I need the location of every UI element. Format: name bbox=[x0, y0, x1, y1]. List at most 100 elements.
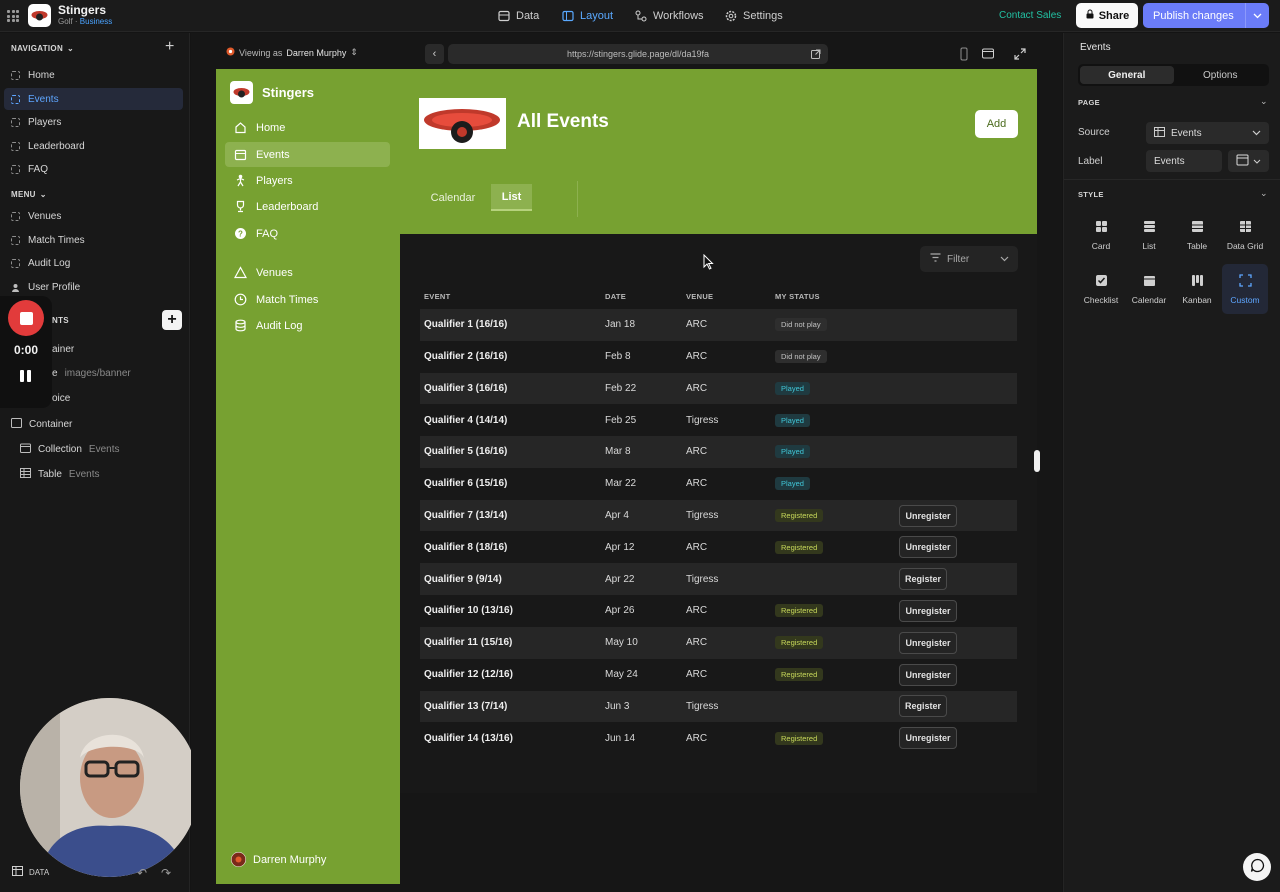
menu-item-audit-log[interactable]: Audit Log bbox=[4, 252, 183, 274]
tab-list[interactable]: List bbox=[491, 184, 532, 211]
app-link-events[interactable]: Events bbox=[225, 142, 390, 167]
chevron-down-icon[interactable]: ⌄ bbox=[1260, 188, 1268, 199]
register-button[interactable]: Register bbox=[899, 568, 947, 591]
component-choice[interactable]: oice bbox=[52, 393, 70, 404]
unregister-button[interactable]: Unregister bbox=[899, 631, 957, 654]
publish-button[interactable]: Publish changes bbox=[1143, 3, 1269, 28]
unregister-button[interactable]: Unregister bbox=[899, 536, 957, 559]
component-container-2[interactable]: Container bbox=[11, 418, 72, 431]
status-badge: Registered bbox=[775, 731, 824, 745]
nav-item-events[interactable]: Events bbox=[4, 88, 183, 110]
desktop-preview-icon[interactable] bbox=[981, 47, 995, 61]
nav-item-players[interactable]: Players bbox=[4, 111, 183, 133]
table-row[interactable]: Qualifier 3 (16/16) Feb 22 ARC Played bbox=[420, 372, 1017, 405]
table-row[interactable]: Qualifier 9 (9/14) Apr 22 Tigress Register bbox=[420, 563, 1017, 595]
unregister-button[interactable]: Unregister bbox=[899, 727, 957, 750]
add-button[interactable]: Add bbox=[975, 110, 1018, 138]
component-container[interactable]: ainer bbox=[52, 344, 74, 355]
app-link-leaderboard[interactable]: Leaderboard bbox=[225, 194, 390, 219]
nav-workflows[interactable]: Workflows bbox=[634, 0, 704, 32]
data-editor-tab[interactable]: DATA bbox=[12, 866, 49, 878]
unregister-button[interactable]: Unregister bbox=[899, 504, 957, 527]
table-row[interactable]: Qualifier 10 (13/16) Apr 26 ARC Registered U… bbox=[420, 595, 1017, 627]
table-row[interactable]: Qualifier 7 (13/14) Apr 4 Tigress Registere… bbox=[420, 499, 1017, 532]
app-user-profile[interactable]: Darren Murphy bbox=[231, 852, 326, 867]
table-row[interactable]: Qualifier 13 (7/14) Jun 3 Tigress Register bbox=[420, 690, 1017, 723]
phone-preview-icon[interactable] bbox=[957, 47, 971, 61]
chevron-down-icon[interactable] bbox=[1245, 3, 1269, 28]
style-calendar[interactable]: Calendar bbox=[1126, 264, 1172, 314]
contact-sales-link[interactable]: Contact Sales bbox=[999, 10, 1061, 21]
register-button[interactable]: Register bbox=[899, 695, 947, 718]
event-name: Qualifier 13 (7/14) bbox=[424, 700, 508, 712]
share-button[interactable]: Share bbox=[1076, 3, 1138, 28]
table-row[interactable]: Qualifier 4 (14/14) Feb 25 Tigress Played bbox=[420, 404, 1017, 436]
menu-section-title[interactable]: MENU ⌄ bbox=[11, 190, 47, 199]
style-table[interactable]: Table bbox=[1174, 210, 1220, 260]
chevron-down-icon[interactable]: ⌄ bbox=[1260, 96, 1268, 107]
table-row[interactable]: Qualifier 2 (16/16) Feb 8 ARC Did not play bbox=[420, 341, 1017, 373]
add-tab-icon[interactable]: + bbox=[165, 39, 174, 55]
menu-item-venues[interactable]: Venues bbox=[4, 205, 183, 227]
menu-item-user-profile[interactable]: User Profile bbox=[4, 276, 183, 298]
icon-picker[interactable] bbox=[1228, 150, 1269, 172]
external-link-icon[interactable] bbox=[811, 49, 821, 59]
app-link-match-times[interactable]: Match Times bbox=[225, 287, 390, 312]
label-input[interactable]: Events bbox=[1146, 150, 1222, 172]
style-custom[interactable]: Custom bbox=[1222, 264, 1268, 314]
table-row[interactable]: Qualifier 14 (13/16) Jun 14 ARC Registered U… bbox=[420, 722, 1017, 754]
back-button[interactable]: ‹ bbox=[425, 44, 444, 64]
table-row[interactable]: Qualifier 12 (12/16) May 24 ARC Registered U… bbox=[420, 659, 1017, 691]
table-row[interactable]: Qualifier 1 (16/16) Jan 18 ARC Did not play bbox=[420, 309, 1017, 341]
pause-icon[interactable] bbox=[20, 370, 32, 382]
nav-item-home[interactable]: Home bbox=[4, 64, 183, 86]
url-field[interactable]: https://stingers.glide.page/dl/da19fa bbox=[448, 44, 828, 64]
chat-support-button[interactable] bbox=[1243, 853, 1271, 881]
component-table[interactable]: Table Events bbox=[20, 468, 99, 481]
unregister-button[interactable]: Unregister bbox=[899, 599, 957, 622]
column-header-venue: VENUE bbox=[686, 292, 714, 301]
nav-item-faq[interactable]: FAQ bbox=[4, 158, 183, 180]
canvas-resize-handle[interactable] bbox=[1034, 450, 1040, 472]
menu-item-match-times[interactable]: Match Times bbox=[4, 229, 183, 251]
source-select[interactable]: Events bbox=[1146, 122, 1269, 144]
apps-grid-icon[interactable] bbox=[7, 10, 19, 22]
style-kanban[interactable]: Kanban bbox=[1174, 264, 1220, 314]
fullscreen-icon[interactable] bbox=[1013, 47, 1027, 61]
component-collection[interactable]: Collection Events bbox=[20, 443, 120, 456]
undo-icon[interactable]: ↶ bbox=[137, 866, 147, 880]
style-list[interactable]: List bbox=[1126, 210, 1172, 260]
nav-data[interactable]: Data bbox=[497, 0, 539, 32]
tab-options[interactable]: Options bbox=[1174, 66, 1268, 84]
filter-button[interactable]: Filter bbox=[920, 246, 1018, 272]
event-venue: ARC bbox=[686, 605, 708, 617]
table-row[interactable]: Qualifier 11 (15/16) May 10 ARC Registered U… bbox=[420, 627, 1017, 659]
app-link-faq[interactable]: ? FAQ bbox=[225, 221, 390, 246]
nav-item-leaderboard[interactable]: Leaderboard bbox=[4, 135, 183, 157]
app-brand[interactable]: Stingers bbox=[230, 81, 314, 104]
app-link-players[interactable]: Players bbox=[225, 168, 390, 193]
stop-recording-button[interactable] bbox=[8, 300, 44, 336]
table-row[interactable]: Qualifier 6 (15/16) Mar 22 ARC Played bbox=[420, 468, 1017, 500]
nav-layout[interactable]: Layout bbox=[561, 0, 613, 32]
style-data-grid[interactable]: Data Grid bbox=[1222, 210, 1268, 260]
app-link-home[interactable]: Home bbox=[225, 115, 390, 140]
app-logo[interactable] bbox=[28, 4, 51, 27]
app-link-venues[interactable]: Venues bbox=[225, 260, 390, 285]
style-checklist[interactable]: Checklist bbox=[1078, 264, 1124, 314]
add-component-button[interactable]: + bbox=[162, 310, 182, 330]
table-row[interactable]: Qualifier 5 (16/16) Mar 8 ARC Played bbox=[420, 436, 1017, 468]
tab-calendar[interactable]: Calendar bbox=[422, 184, 484, 211]
app-name[interactable]: Stingers bbox=[58, 3, 106, 17]
viewing-as-selector[interactable]: Viewing as Darren Murphy ⇕ bbox=[226, 47, 358, 58]
table-row[interactable]: Qualifier 8 (18/16) Apr 12 ARC Registered Un… bbox=[420, 532, 1017, 564]
navigation-section-title[interactable]: NAVIGATION ⌄ bbox=[11, 44, 74, 53]
filter-icon bbox=[930, 253, 941, 265]
style-card[interactable]: Card bbox=[1078, 210, 1124, 260]
component-image[interactable]: e images/banner bbox=[52, 368, 131, 379]
nav-settings[interactable]: Settings bbox=[724, 0, 783, 32]
app-link-audit-log[interactable]: Audit Log bbox=[225, 313, 390, 338]
unregister-button[interactable]: Unregister bbox=[899, 663, 957, 686]
tab-general[interactable]: General bbox=[1080, 66, 1174, 84]
redo-icon[interactable]: ↷ bbox=[161, 866, 171, 880]
